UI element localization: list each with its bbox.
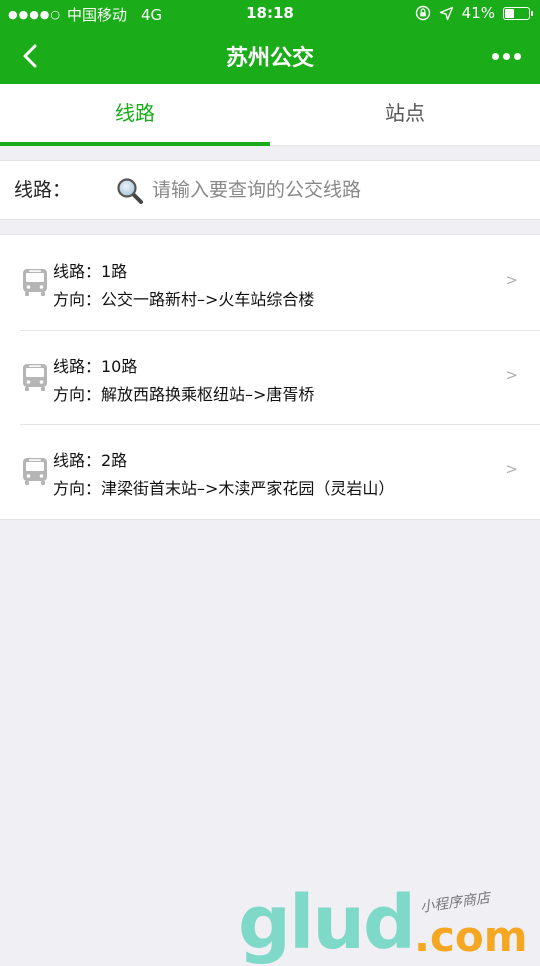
chevron-right-icon: > [505,271,518,289]
orientation-lock-icon [415,5,430,21]
chevron-right-icon: > [505,460,518,478]
navigation-bar: 苏州公交 [0,28,540,84]
route-list-item[interactable]: 线路：10路 方向：解放西路换乘枢纽站–>唐胥桥 > [0,329,540,425]
battery-icon [503,6,533,20]
location-arrow-icon [439,6,453,20]
route-direction: 方向：解放西路换乘枢纽站–>唐胥桥 [53,384,315,404]
route-line-name: 线路：2路 [53,451,128,470]
bus-icon [23,363,47,391]
tab-routes[interactable]: 线路 [0,84,270,146]
more-dot-icon [502,52,510,60]
search-label: 线路： [14,179,72,201]
top-bar: ●●●●○ 中国移动 4G 18:18 41% 苏州公交 [0,0,540,84]
watermark-logo: glud .com 小程序商店 [238,880,538,966]
route-list-item[interactable]: 线路：1路 方向：公交一路新村–>火车站综合楼 > [0,235,540,330]
route-list: 线路：1路 方向：公交一路新村–>火车站综合楼 > 线路：10路 方向：解放西路… [0,234,540,520]
battery-level [505,8,514,18]
tab-bar: 线路 站点 [0,84,540,146]
status-right: 41% [415,4,533,22]
search-input[interactable] [150,171,520,209]
route-list-item[interactable]: 线路：2路 方向：津梁街首末站–>木渎严家花园（灵岩山） > [0,424,540,519]
more-dot-icon [513,52,521,60]
watermark-logo-text: glud [238,880,416,966]
more-dot-icon [491,52,499,60]
search-bar: 线路： [0,160,540,220]
chevron-right-icon: > [505,365,518,384]
bus-icon [23,269,47,296]
watermark-domain: .com [414,912,528,961]
battery-percent: 41% [461,4,495,22]
more-options-button[interactable] [488,42,524,70]
route-direction: 方向：公交一路新村–>火车站综合楼 [53,290,315,309]
search-icon [117,178,143,204]
route-line-name: 线路：1路 [53,262,128,281]
status-bar: ●●●●○ 中国移动 4G 18:18 41% [0,0,540,28]
page-title: 苏州公交 [225,46,314,71]
route-direction: 方向：津梁街首末站–>木渎严家花园（灵岩山） [53,479,395,498]
bus-icon [23,458,47,485]
tab-stations[interactable]: 站点 [270,84,540,146]
route-line-name: 线路：10路 [53,356,138,376]
